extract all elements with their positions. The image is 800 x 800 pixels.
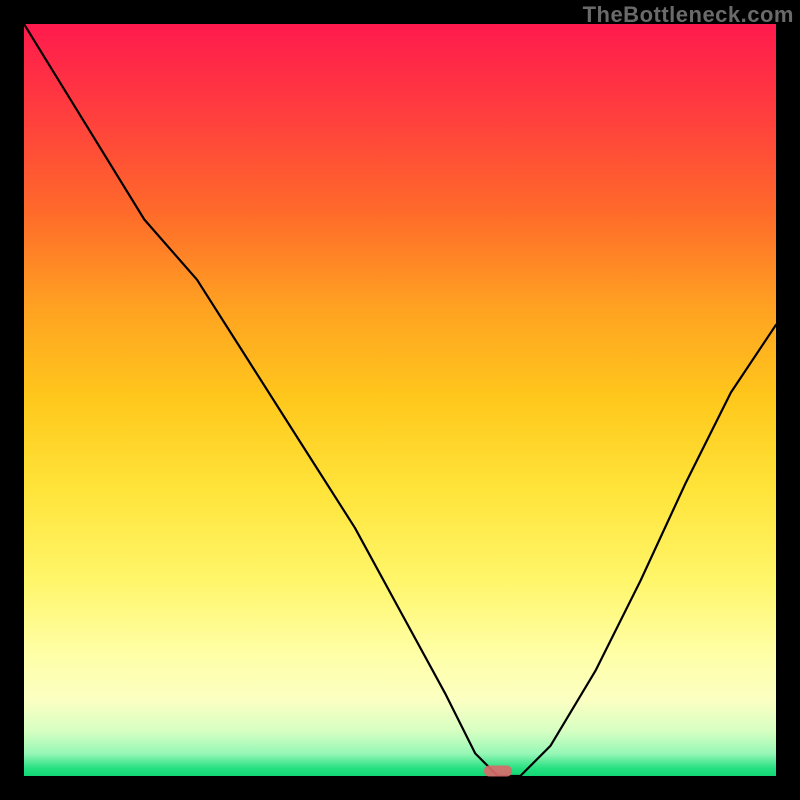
bottleneck-curve xyxy=(24,24,776,776)
optimum-marker xyxy=(484,766,512,777)
curve-path xyxy=(24,24,776,776)
watermark-text: TheBottleneck.com xyxy=(583,2,794,28)
chart-canvas: TheBottleneck.com xyxy=(0,0,800,800)
plot-area xyxy=(24,24,776,776)
